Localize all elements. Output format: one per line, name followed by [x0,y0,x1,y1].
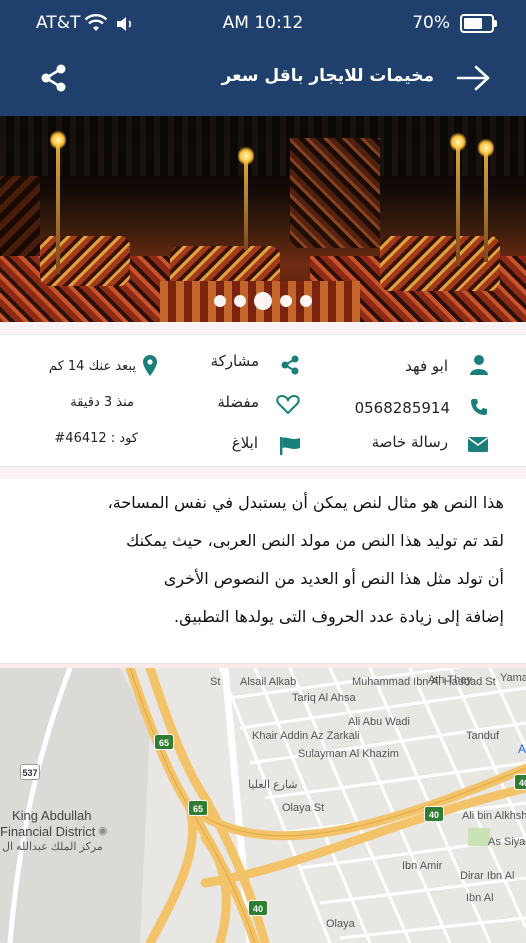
description-line: إضافة إلى زيادة عدد الحروف التى يولدها ا… [174,607,504,626]
share-icon [281,355,299,375]
lamp-flame [238,146,254,166]
route-shield: 65 [188,800,208,816]
location-map[interactable]: King Abdullah Financial District ◉ مركز … [0,668,526,943]
gallery-dot[interactable] [234,294,246,307]
map-label-street: Sulayman Al Khazim [298,748,399,760]
route-shield: 537 [20,764,40,780]
description-line: هذا النص هو مثال لنص يمكن أن يستبدل في ن… [107,493,504,512]
lamp-flame [50,130,66,150]
user-icon [470,355,488,375]
route-shield: 40 [248,900,268,916]
route-shield: 40 [424,806,444,822]
owner-name[interactable]: ابو فهد [405,357,448,375]
lamp-pole [244,160,248,250]
map-label-street: Muhammad Ibn Al Haddad St [352,676,496,688]
phone-number[interactable]: 0568285914 [355,399,450,417]
map-label-street: Dirar Ibn Al [460,870,515,882]
gallery-dot[interactable] [280,294,292,307]
share-icon[interactable] [40,64,68,92]
share-link[interactable]: مشاركة [211,352,259,370]
map-label-street: Alsail Alkab [240,676,297,688]
map-poi-icon: ◉ [98,825,108,837]
posted-time: منذ 3 دقيقة [70,395,134,410]
page-title: مخيمات للايجار باقل سعر [221,66,434,86]
map-label-district: King Abdullah [12,808,92,823]
seat-cushion-3 [380,236,500,291]
map-label-street: شارع العليا [248,779,298,791]
map-label-district: Financial District [0,824,96,839]
envelope-icon [468,437,488,452]
info-card: ابو فهد 0568285914 رسالة خاصة مشاركة مفض… [0,334,526,467]
heart-icon [276,394,300,415]
tent-back-panel [290,138,380,248]
map-label-street: Tanduf [466,730,500,742]
battery-icon [460,14,497,33]
distance-label: يبعد عنك 14 كم [48,359,136,374]
map-label-street: Ibn Al [466,892,494,904]
lamp-flame [450,132,466,152]
description-line: أن تولد مثل هذا النص أو العديد من النصوص… [163,569,504,588]
lamp-flame [478,138,494,158]
gallery-dot[interactable] [214,294,226,307]
map-label-street: As Siyad [488,836,526,848]
map-label-street: Ali Abu Wadi [348,716,410,728]
description-line: لقد تم توليد هذا النص من مولد النص العرب… [126,531,504,550]
tent-ceiling [0,116,526,176]
favorite-link[interactable]: مفضلة [217,393,259,411]
map-label-street: Olaya St [282,802,325,814]
map-label-street: A [518,742,526,756]
private-message-link[interactable]: رسالة خاصة [372,433,448,451]
gallery-dot[interactable] [300,294,312,307]
gallery-pagination[interactable] [0,290,526,310]
app-header: AT&T AM 10:12 70% مخيمات للايجار باقل سع… [0,0,526,116]
lamp-pole [56,144,60,274]
route-shield: 65 [154,734,174,750]
map-label-street: Ibn Amir [402,860,443,872]
arrow-right-icon[interactable] [456,64,492,92]
report-link[interactable]: ابلاغ [232,434,258,452]
map-label-street: Yamani [500,672,526,684]
description-section: هذا النص هو مثال لنص يمكن أن يستبدل في ن… [0,479,526,664]
map-label-street: Olaya [326,918,355,930]
seat-cushion-1 [40,236,130,286]
route-shield: 40 [514,774,526,790]
phone-icon [471,399,487,415]
image-gallery[interactable] [0,116,526,322]
lamp-pole [484,152,488,262]
map-label-street: Khair Addin Az Zarkali [252,730,360,742]
status-bar: AT&T AM 10:12 70% [0,0,526,46]
map-label-street: Tariq Al Ahsa [292,692,356,704]
map-label-street: Ali bin Alkhsh [462,810,526,822]
section-divider [0,467,526,479]
gallery-dot[interactable] [254,291,272,310]
section-divider [0,322,526,334]
lamp-pole [456,146,460,266]
battery-percent: 70% [412,13,450,33]
flag-icon [280,437,300,455]
location-pin-icon [143,355,157,376]
map-label-district-ar: مركز الملك عبدالله ال [2,841,103,853]
listing-code: كود : 46412# [54,431,138,446]
map-label-street: St [210,676,221,688]
